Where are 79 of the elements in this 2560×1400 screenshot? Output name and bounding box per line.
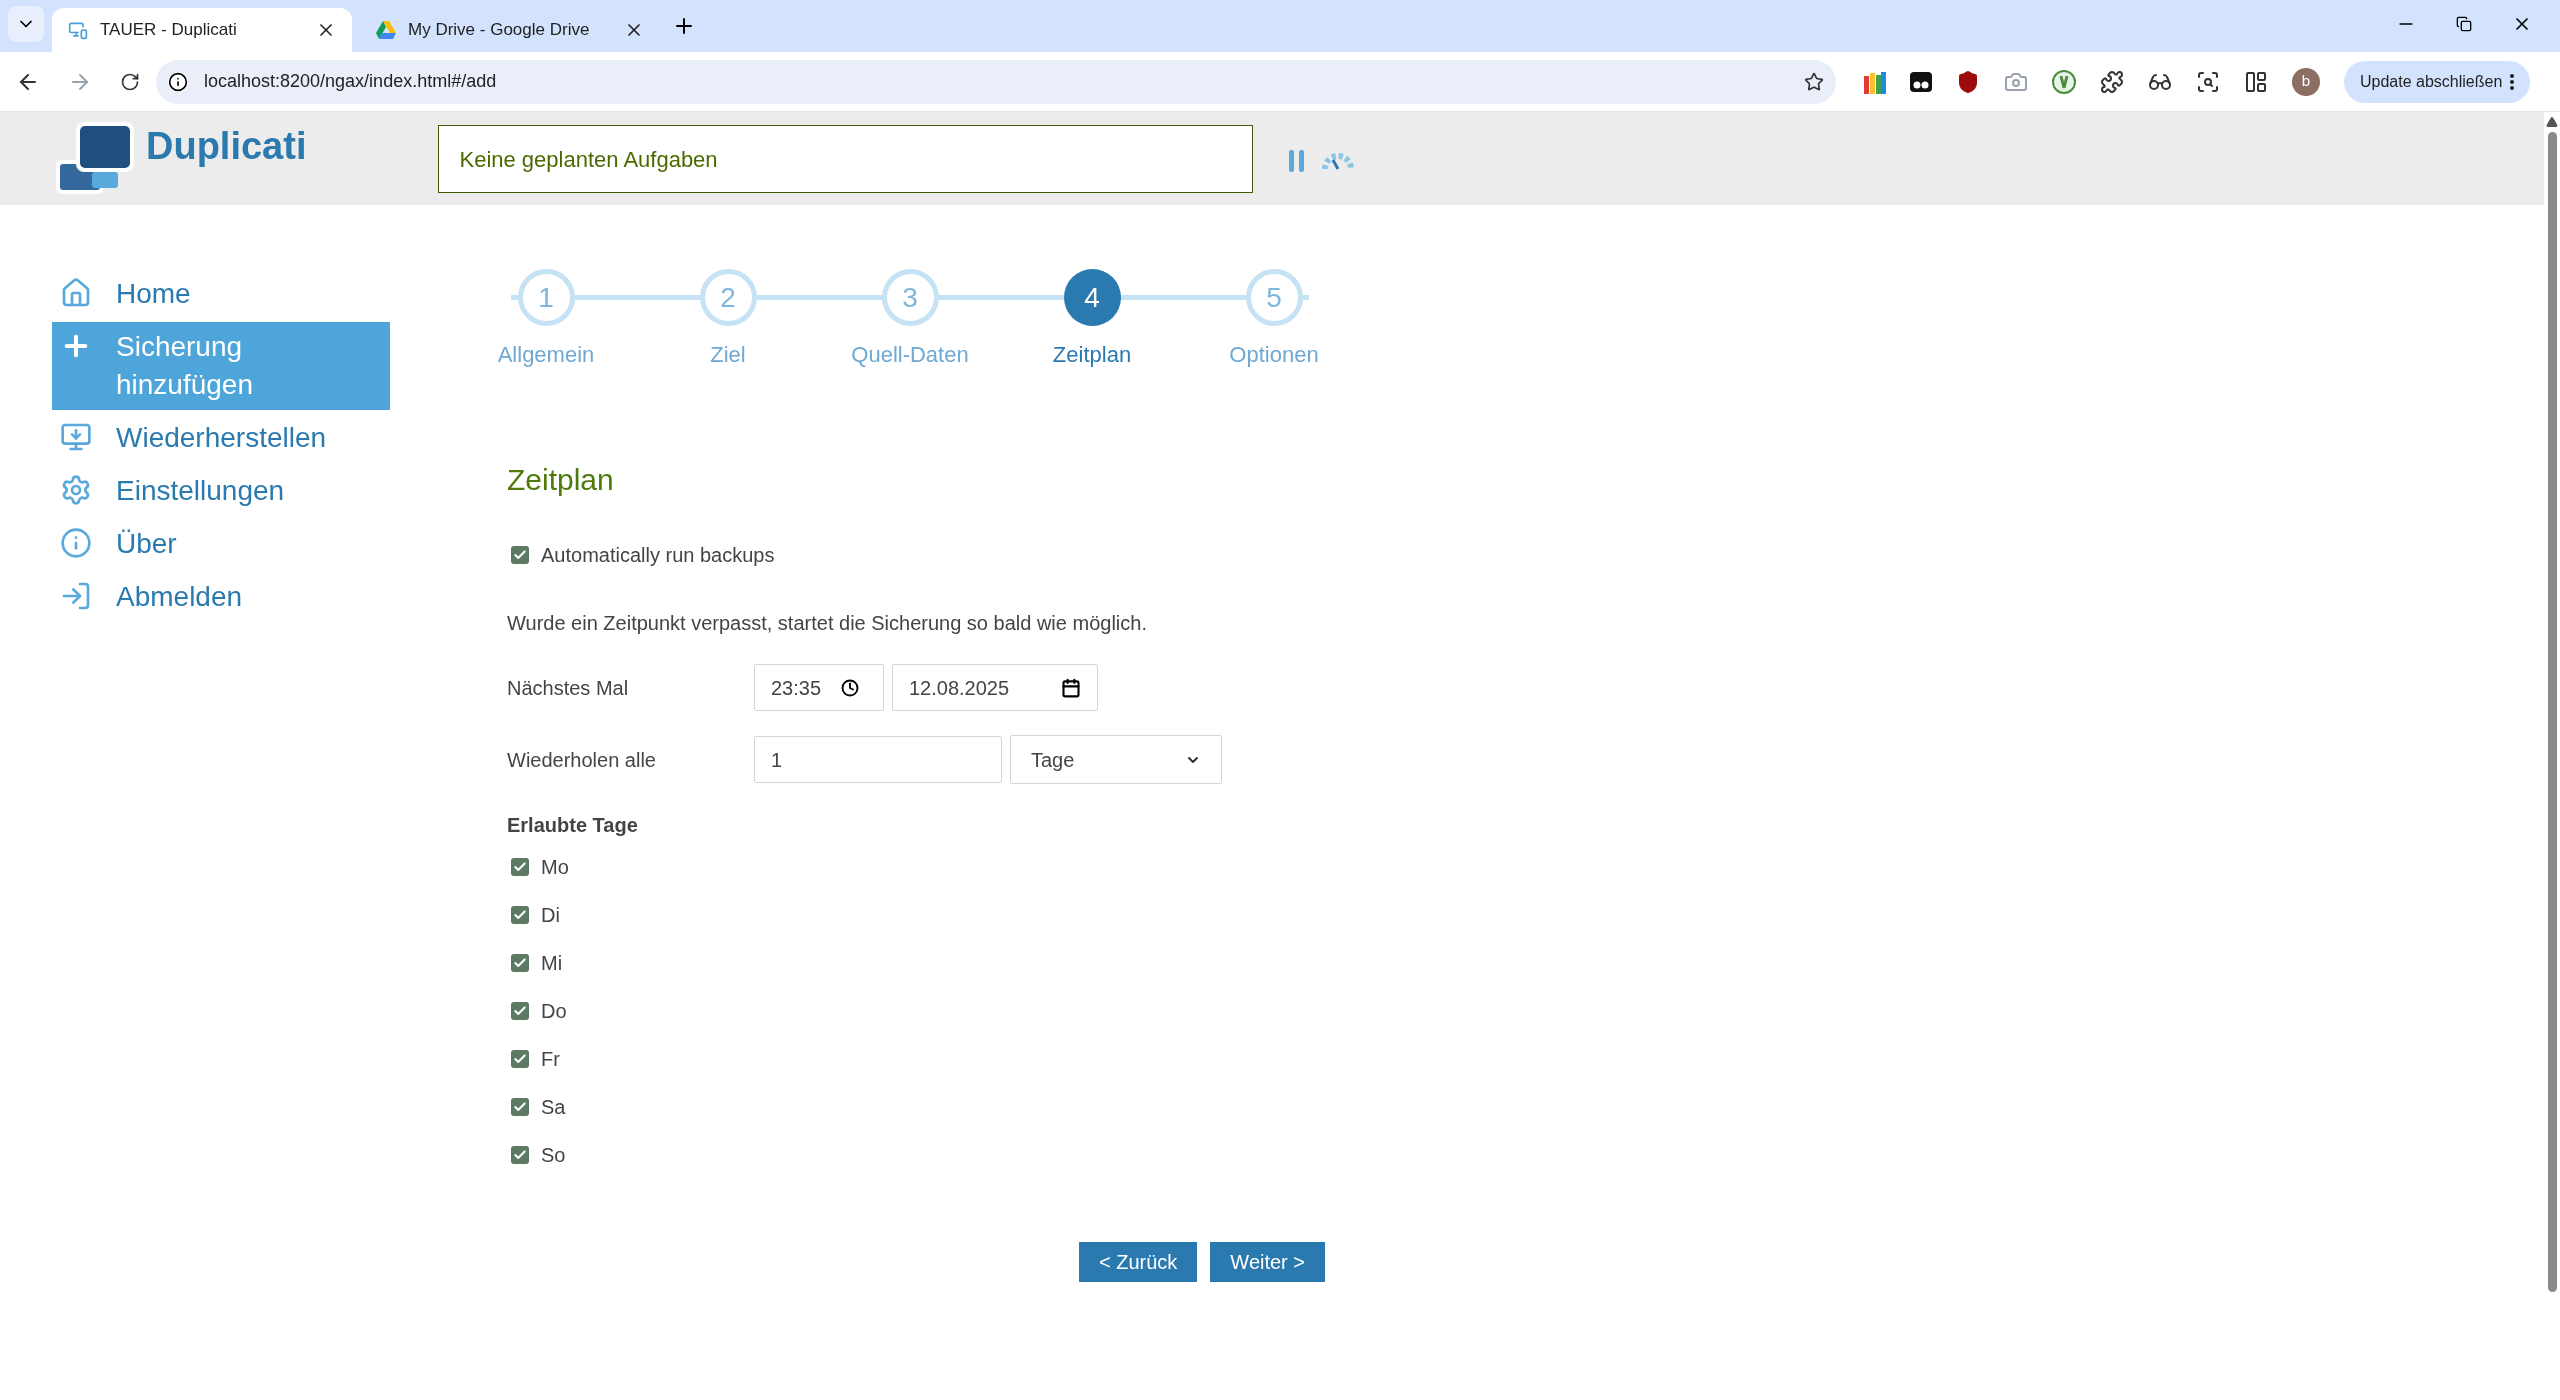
calendar-icon (1061, 677, 1081, 698)
check-icon (513, 908, 527, 922)
check-icon (513, 1052, 527, 1066)
check-icon (513, 1100, 527, 1114)
sidebar-item[interactable]: Sicherung hinzufügen (52, 322, 390, 410)
checkbox[interactable] (511, 1098, 529, 1116)
sidebar-item[interactable]: Abmelden (52, 572, 390, 622)
section-title: Zeitplan (507, 462, 615, 498)
scroll-up-icon[interactable] (2546, 116, 2558, 128)
extension-icon[interactable] (1910, 71, 1932, 92)
checkbox[interactable] (511, 858, 529, 876)
field-label: Wiederholen alle (507, 747, 657, 773)
side-panel-icon[interactable] (2244, 69, 2268, 94)
next-button[interactable]: Weiter > (1210, 1242, 1326, 1282)
more-icon (2510, 73, 2515, 90)
check-icon (513, 860, 527, 874)
checkbox[interactable] (511, 1146, 529, 1164)
check-icon (513, 1004, 527, 1018)
tab-title: TAUER - Duplicati (100, 19, 238, 42)
sidebar-item[interactable]: Wiederherstellen (52, 413, 390, 463)
profile-avatar[interactable]: b (2292, 67, 2320, 96)
status-text: Keine geplanten Aufgaben (459, 145, 718, 174)
address-bar[interactable]: localhost:8200/ngax/index.html#/add (156, 59, 1836, 104)
field-label: Nächstes Mal (507, 675, 630, 701)
home-icon (60, 277, 92, 309)
checkbox-label: Sa (541, 1095, 566, 1120)
checkbox-label: Di (541, 903, 560, 928)
step-label: Zeitplan (1052, 341, 1132, 369)
step-label: Quell-Daten (851, 341, 969, 369)
site-info-icon[interactable] (168, 71, 188, 92)
checkbox-label: Mi (541, 951, 563, 976)
app-logo-text: Duplicati (146, 124, 307, 169)
logout-icon (60, 580, 92, 612)
checkbox[interactable] (511, 546, 529, 564)
checkbox-label: Do (541, 999, 567, 1024)
sidebar-item[interactable]: Home (52, 269, 390, 319)
browser-tab[interactable]: TAUER - Duplicati (52, 8, 352, 52)
lens-icon[interactable] (2196, 69, 2220, 94)
check-icon (513, 956, 527, 970)
clock-icon (841, 678, 860, 697)
days-heading: Erlaubte Tage (507, 813, 639, 838)
settings-icon (60, 474, 92, 506)
step-label: Ziel (710, 341, 746, 369)
throttle-icon[interactable] (1321, 152, 1356, 170)
check-icon (513, 548, 527, 562)
sidebar-item[interactable]: Einstellungen (52, 466, 390, 516)
logo-icon (54, 122, 134, 194)
checkbox-label: Fr (541, 1047, 560, 1072)
time-field[interactable]: 23:35 (754, 664, 884, 711)
shield-icon[interactable] (1956, 69, 1980, 94)
step-label: Optionen (1229, 341, 1319, 369)
date-field[interactable]: 12.08.2025 (892, 664, 1098, 711)
checkbox-label: Automatically run backups (541, 543, 775, 568)
url-text: localhost:8200/ngax/index.html#/add (204, 70, 498, 93)
checkbox[interactable] (511, 1050, 529, 1068)
checkbox[interactable] (511, 954, 529, 972)
check-icon (513, 1148, 527, 1162)
checkbox[interactable] (511, 906, 529, 924)
unit-select[interactable]: Tage (1010, 735, 1222, 784)
step-label: Allgemein (497, 341, 595, 369)
restore-icon[interactable] (2456, 16, 2472, 32)
update-button[interactable]: Update abschließen (2344, 60, 2531, 103)
extensions-icon[interactable] (2100, 69, 2124, 94)
back-button[interactable]: < Zurück (1079, 1242, 1198, 1282)
bookmark-icon[interactable] (1804, 71, 1824, 92)
repeat-field[interactable]: 1 (754, 736, 1002, 783)
sidebar-item[interactable]: Über (52, 519, 390, 569)
about-icon (60, 527, 92, 559)
checkbox-label: Mo (541, 855, 569, 880)
browser-tab[interactable]: My Drive - Google Drive (360, 8, 660, 52)
restore-icon (60, 421, 92, 453)
checkbox-label: So (541, 1143, 566, 1168)
checkbox[interactable] (511, 1002, 529, 1020)
tab-title: My Drive - Google Drive (408, 19, 591, 42)
tab-icon (68, 20, 88, 40)
scrollbar-thumb[interactable] (2547, 132, 2557, 1292)
reload-icon[interactable] (120, 71, 140, 92)
drive-icon (376, 21, 396, 39)
note-text: Wurde ein Zeitpunkt verpasst, startet die Sicherung so bald wie möglich. (507, 611, 1148, 636)
